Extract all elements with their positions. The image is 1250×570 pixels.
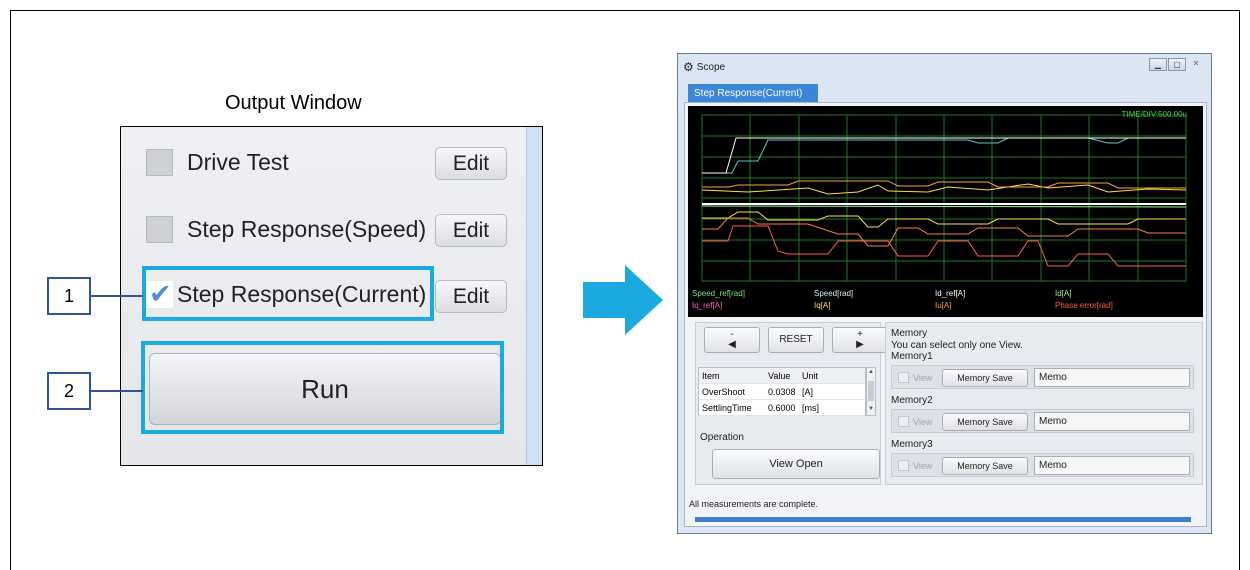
drive-test-label: Drive Test	[187, 148, 289, 175]
list-item-step-response-speed: Step Response(Speed)	[146, 212, 426, 246]
scroll-down-icon[interactable]: ▼	[868, 406, 874, 412]
scroll-thumb[interactable]	[868, 381, 874, 401]
operation-label: Operation	[700, 432, 744, 443]
memory-panel: Memory You can select only one View. Mem…	[885, 322, 1203, 485]
step-back-button[interactable]: - ◀	[704, 327, 760, 353]
minimize-icon[interactable]: ▁	[1149, 58, 1167, 71]
scope-title: Scope	[696, 61, 726, 73]
step-response-current-edit-button[interactable]: Edit	[435, 280, 507, 313]
memory2-view-label: View	[913, 416, 933, 427]
waveform-graph	[701, 114, 1187, 282]
memory1-save-button[interactable]: Memory Save	[942, 369, 1028, 387]
step-response-speed-label: Step Response(Speed)	[187, 215, 427, 242]
memory2-view-checkbox[interactable]	[898, 416, 909, 427]
status-message: All measurements are complete.	[689, 499, 819, 509]
right-triangle-icon: ▶	[856, 339, 864, 350]
legend-iu: Iu[A]	[935, 301, 952, 310]
memory3-row: View Memory Save Memo	[891, 453, 1194, 477]
table-row[interactable]: SettlingTime 0.6000 [ms]	[699, 400, 865, 416]
step-response-speed-checkbox[interactable]	[146, 215, 173, 243]
cell-item: OverShoot	[702, 386, 746, 397]
memory2-memo-field[interactable]: Memo	[1034, 412, 1190, 431]
result-table: Item Value Unit OverShoot 0.0308 [A] Set…	[698, 367, 876, 416]
memory1-view-label: View	[913, 372, 933, 383]
legend-speed-ref: Speed_ref[rad]	[692, 289, 745, 298]
drive-test-edit-button[interactable]: Edit	[435, 147, 507, 180]
memory3-label: Memory3	[891, 439, 933, 450]
cell-value: 0.6000	[768, 402, 796, 413]
memory2-row: View Memory Save Memo	[891, 409, 1194, 433]
close-icon[interactable]: ✕	[1187, 58, 1205, 71]
reset-button[interactable]: RESET	[768, 327, 824, 353]
legend-id: Id[A]	[1055, 289, 1072, 298]
memory3-memo-field[interactable]: Memo	[1034, 456, 1190, 475]
highlight-step-response-current	[142, 266, 434, 321]
cell-unit: [ms]	[802, 402, 819, 413]
output-window-title: Output Window	[225, 92, 362, 114]
column-header-item: Item	[702, 370, 720, 381]
maximize-icon[interactable]: ▢	[1168, 58, 1186, 71]
tab-step-response-current[interactable]: Step Response(Current)	[688, 84, 818, 102]
drive-test-checkbox[interactable]	[146, 148, 173, 176]
legend-iq: Iq[A]	[814, 301, 831, 310]
memory1-view-toggle[interactable]: View	[898, 372, 932, 383]
legend-phase-error: Phase error[rad]	[1055, 301, 1113, 310]
legend-id-ref: Id_ref[A]	[935, 289, 966, 298]
scrollbar[interactable]	[526, 127, 542, 465]
memory1-view-checkbox[interactable]	[898, 372, 909, 383]
callout-1: 1	[47, 277, 91, 315]
scope-plot: TIME/DIV:500.00u Speed_ref[rad] Speed[ra…	[688, 106, 1203, 317]
cell-unit: [A]	[802, 386, 814, 397]
memory2-view-toggle[interactable]: View	[898, 416, 932, 427]
view-open-button[interactable]: View Open	[712, 449, 880, 479]
gear-icon: ⚙	[683, 60, 694, 74]
scroll-up-icon[interactable]: ▲	[868, 369, 874, 375]
table-scrollbar[interactable]: ▲ ▼	[866, 367, 876, 416]
cell-item: SettlingTime	[702, 402, 752, 413]
memory3-view-checkbox[interactable]	[898, 460, 909, 471]
legend-speed: Speed[rad]	[814, 289, 854, 298]
column-header-unit: Unit	[802, 370, 819, 381]
scope-titlebar: ⚙ Scope ▁ ▢ ✕	[678, 54, 1211, 80]
callout-2: 2	[47, 372, 91, 410]
highlight-run-button	[141, 341, 504, 434]
list-item-drive-test: Drive Test	[146, 145, 289, 179]
memory1-label: Memory1	[891, 351, 933, 362]
table-header: Item Value Unit	[699, 368, 865, 384]
scope-window: ⚙ Scope ▁ ▢ ✕ Step Response(Current) TIM…	[677, 53, 1212, 534]
time-div-readout: TIME/DIV:500.00u	[1121, 110, 1187, 119]
window-controls: ▁ ▢ ✕	[1149, 58, 1205, 71]
memory3-save-button[interactable]: Memory Save	[942, 457, 1028, 475]
memory1-row: View Memory Save Memo	[891, 365, 1194, 389]
step-forward-button[interactable]: + ▶	[832, 327, 888, 353]
legend-iq-ref: Iq_ref[A]	[692, 301, 723, 310]
callout-2-line	[91, 390, 143, 392]
right-arrow-icon	[583, 265, 663, 335]
scope-body: TIME/DIV:500.00u Speed_ref[rad] Speed[ra…	[684, 102, 1207, 527]
left-triangle-icon: ◀	[728, 339, 736, 350]
step-response-speed-edit-button[interactable]: Edit	[435, 214, 507, 247]
memory3-view-toggle[interactable]: View	[898, 460, 932, 471]
column-header-value: Value	[768, 370, 791, 381]
cell-value: 0.0308	[768, 386, 796, 397]
table-row[interactable]: OverShoot 0.0308 [A]	[699, 384, 865, 400]
callout-1-line	[91, 295, 143, 297]
control-panel: - ◀ RESET + ▶ Item Value Unit OverShoot …	[695, 322, 888, 485]
memory2-save-button[interactable]: Memory Save	[942, 413, 1028, 431]
progress-fill	[695, 517, 1191, 522]
memory-title: Memory	[891, 328, 928, 339]
progress-bar	[695, 517, 1191, 522]
memory2-label: Memory2	[891, 395, 933, 406]
memory3-view-label: View	[913, 460, 933, 471]
memory1-memo-field[interactable]: Memo	[1034, 368, 1190, 387]
memory-note: You can select only one View.	[891, 340, 1023, 351]
